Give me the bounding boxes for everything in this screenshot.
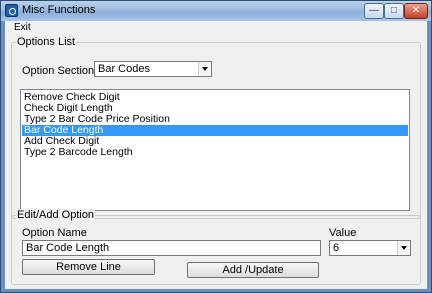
misc-functions-window: Misc Functions — □ ✕ Exit Options List O…	[0, 0, 432, 293]
title-bar[interactable]: Misc Functions — □ ✕	[1, 1, 431, 21]
option-sections-select[interactable]: Bar Codes	[94, 61, 212, 77]
client-area: Exit Options List Option Sections Bar Co…	[5, 21, 427, 289]
value-select[interactable]: 6	[329, 240, 411, 256]
remove-line-button[interactable]: Remove Line	[22, 259, 155, 275]
minimize-button[interactable]: —	[364, 3, 384, 19]
menu-bar: Exit	[5, 21, 427, 35]
close-button[interactable]: ✕	[404, 3, 428, 19]
option-sections-label: Option Sections	[22, 65, 100, 77]
maximize-button[interactable]: □	[384, 3, 404, 19]
options-listbox[interactable]: Remove Check Digit Check Digit Length Type…	[20, 89, 410, 211]
chevron-down-icon[interactable]	[397, 241, 410, 255]
chevron-down-icon[interactable]	[198, 62, 211, 76]
value-select-value: 6	[333, 242, 340, 254]
app-icon	[5, 4, 18, 17]
option-sections-value: Bar Codes	[98, 63, 150, 75]
edit-add-option-legend: Edit/Add Option	[16, 209, 96, 221]
add-update-button[interactable]: Add /Update	[187, 262, 319, 278]
value-label: Value	[329, 227, 357, 239]
option-name-label: Option Name	[22, 227, 87, 239]
menu-exit[interactable]: Exit	[14, 22, 31, 33]
list-item[interactable]: Type 2 Barcode Length	[22, 147, 408, 158]
window-title: Misc Functions	[22, 4, 96, 16]
options-list-legend: Options List	[16, 36, 77, 48]
option-name-field[interactable]: Bar Code Length	[22, 240, 321, 256]
